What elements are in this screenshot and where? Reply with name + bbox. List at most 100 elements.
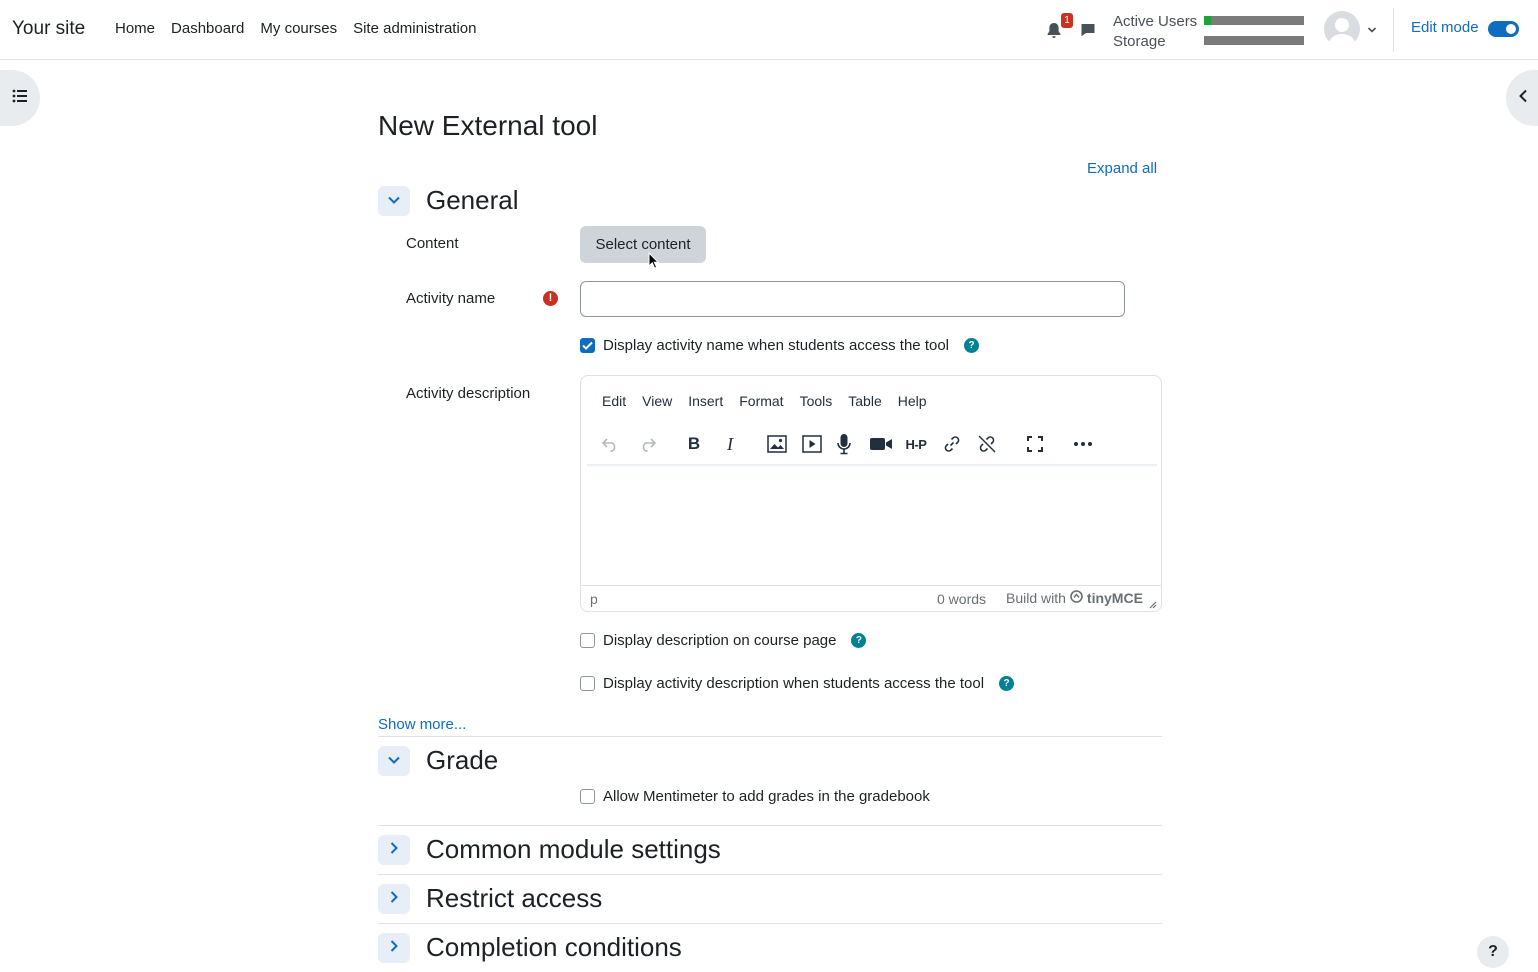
display-description-checkbox[interactable]: [580, 633, 595, 648]
italic-icon[interactable]: I: [717, 431, 743, 457]
video-camera-icon[interactable]: [868, 431, 894, 457]
notification-count-badge: 1: [1061, 13, 1073, 28]
top-navbar: Your site Home Dashboard My courses Site…: [0, 0, 1538, 60]
usage-labels: Active Users Storage: [1113, 12, 1197, 52]
primary-navigation: Home Dashboard My courses Site administr…: [107, 20, 485, 37]
chevron-right-icon: [389, 890, 399, 909]
editor-menu-view[interactable]: View: [634, 393, 680, 409]
help-icon[interactable]: ?: [999, 676, 1015, 691]
help-icon[interactable]: ?: [964, 338, 980, 353]
editor-menu-insert[interactable]: Insert: [680, 393, 731, 409]
editor-statusbar: p 0 words Build with tinyMCE: [581, 585, 1161, 611]
restrict-access-title: Restrict access: [426, 883, 603, 913]
completion-conditions-title: Completion conditions: [426, 932, 682, 962]
section-divider: [378, 736, 1162, 737]
active-users-label: Active Users: [1113, 13, 1198, 30]
storage-bar: [1204, 36, 1304, 45]
word-count[interactable]: 0 words: [937, 591, 986, 607]
open-course-index-button[interactable]: [0, 70, 40, 126]
nav-my-courses[interactable]: My courses: [252, 20, 345, 37]
common-module-settings-toggle[interactable]: [378, 835, 410, 865]
activity-description-editor: Edit View Insert Format Tools Table Help…: [580, 375, 1162, 612]
usage-bars: [1204, 16, 1304, 56]
display-name-label: Display activity name when students acce…: [603, 337, 950, 354]
editor-menu-table[interactable]: Table: [840, 393, 889, 409]
editor-content-area[interactable]: [581, 468, 1161, 585]
general-section-title: General: [426, 185, 519, 215]
navbar-divider: [1393, 8, 1394, 52]
activity-description-label: Activity description: [406, 385, 531, 402]
content-label: Content: [406, 235, 459, 252]
editor-menu-format[interactable]: Format: [731, 393, 791, 409]
common-module-settings-title: Common module settings: [426, 834, 721, 864]
nav-site-administration[interactable]: Site administration: [345, 20, 484, 37]
active-users-bar: [1204, 16, 1304, 25]
chevron-right-icon: [389, 841, 399, 860]
grade-section-toggle[interactable]: [378, 746, 410, 776]
grade-section-title: Grade: [426, 745, 499, 775]
editor-menu-edit[interactable]: Edit: [594, 393, 634, 409]
storage-label: Storage: [1113, 33, 1166, 50]
more-options-icon[interactable]: [1070, 431, 1096, 457]
display-name-checkbox[interactable]: [580, 338, 595, 353]
media-icon[interactable]: [799, 431, 825, 457]
message-icon[interactable]: [1077, 19, 1099, 41]
allow-grades-row: Allow Mentimeter to add grades in the gr…: [580, 788, 930, 805]
expand-all-link[interactable]: Expand all: [1087, 160, 1157, 177]
element-path[interactable]: p: [590, 591, 598, 607]
tinymce-logo-icon: [1070, 590, 1083, 606]
completion-conditions-toggle[interactable]: [378, 933, 410, 963]
editor-menu-tools[interactable]: Tools: [792, 393, 841, 409]
section-divider: [378, 874, 1162, 875]
required-icon: !: [543, 291, 558, 306]
general-section-toggle[interactable]: [378, 186, 410, 216]
display-activity-description-label: Display activity description when studen…: [603, 675, 985, 692]
site-name-link[interactable]: Your site: [12, 18, 85, 40]
edit-mode-label: Edit mode: [1411, 19, 1479, 36]
active-users-bar-fill: [1204, 16, 1211, 25]
edit-mode-toggle[interactable]: [1488, 21, 1519, 37]
chevron-down-icon[interactable]: [1367, 22, 1377, 40]
allow-grades-checkbox[interactable]: [580, 789, 595, 804]
chevron-down-icon: [387, 752, 401, 770]
built-with-label: Build with: [1006, 590, 1066, 606]
chevron-right-icon: [389, 939, 399, 958]
restrict-access-toggle[interactable]: [378, 884, 410, 914]
help-icon[interactable]: ?: [851, 633, 867, 648]
fullscreen-icon[interactable]: [1022, 431, 1048, 457]
section-divider: [378, 923, 1162, 924]
page-title: New External tool: [378, 110, 598, 141]
display-activity-description-checkbox[interactable]: [580, 676, 595, 691]
editor-menu-help[interactable]: Help: [890, 393, 935, 409]
select-content-button[interactable]: Select content: [580, 226, 706, 263]
editor-menubar: Edit View Insert Format Tools Table Help: [594, 393, 935, 409]
nav-dashboard[interactable]: Dashboard: [163, 20, 252, 37]
redo-icon[interactable]: [634, 431, 660, 457]
bold-icon[interactable]: B: [681, 431, 707, 457]
display-name-row: Display activity name when students acce…: [580, 337, 980, 354]
activity-name-input[interactable]: [580, 281, 1125, 317]
image-icon[interactable]: [764, 431, 790, 457]
microphone-icon[interactable]: [831, 431, 857, 457]
show-more-link[interactable]: Show more...: [378, 716, 466, 733]
help-button[interactable]: ?: [1477, 936, 1509, 968]
undo-icon[interactable]: [598, 431, 624, 457]
open-block-drawer-button[interactable]: [1506, 70, 1538, 126]
mouse-cursor-icon: [648, 251, 660, 275]
h5p-icon[interactable]: H-P: [903, 431, 929, 457]
link-icon[interactable]: [939, 431, 965, 457]
unlink-icon[interactable]: [974, 431, 1000, 457]
nav-home[interactable]: Home: [107, 20, 163, 37]
resize-handle-icon[interactable]: [1147, 596, 1157, 611]
chevron-left-icon: [1518, 89, 1528, 108]
allow-grades-label: Allow Mentimeter to add grades in the gr…: [603, 788, 930, 805]
tinymce-brand: tinyMCE: [1086, 590, 1143, 606]
tinymce-branding[interactable]: Build with tinyMCE: [1006, 590, 1143, 606]
display-description-row: Display description on course page ?: [580, 632, 867, 649]
editor-toolbar: B I H-P: [581, 426, 1161, 460]
chevron-down-icon: [387, 192, 401, 210]
list-icon: [12, 89, 28, 108]
user-avatar[interactable]: [1324, 11, 1360, 47]
display-activity-description-row: Display activity description when studen…: [580, 675, 1015, 692]
activity-name-label: Activity name: [406, 290, 496, 307]
